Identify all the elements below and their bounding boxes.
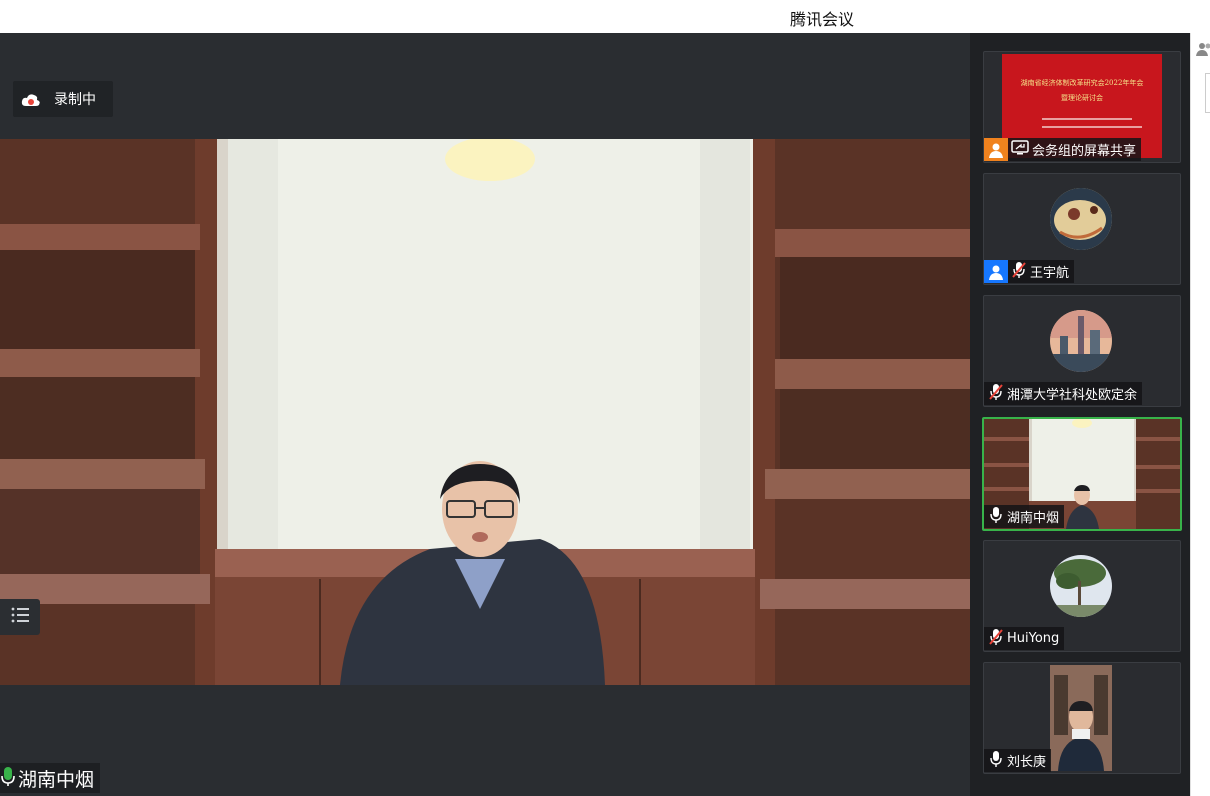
user-avatar-icon <box>984 138 1008 161</box>
microphone-muted-icon <box>1011 261 1027 283</box>
participant-name: 湖南中烟 <box>1007 511 1060 526</box>
user-avatar-icon <box>984 260 1008 283</box>
microphone-muted-icon <box>988 383 1004 405</box>
menu-list-button[interactable] <box>0 599 40 635</box>
participant-label: 湖南中烟 <box>984 505 1065 528</box>
title-bar: 腾讯会议 <box>0 0 1210 33</box>
participant-tile[interactable]: 湘潭大学社科处欧定余 <box>983 295 1181 407</box>
participant-name: 王宇航 <box>1030 266 1070 281</box>
recording-label: 录制中 <box>54 92 96 108</box>
active-speaker-label: 湖南中烟 <box>0 763 101 793</box>
participant-video <box>1050 665 1112 771</box>
banner-line-2: 暨理论研讨会 <box>1061 94 1103 102</box>
screen-share-icon <box>1011 140 1029 159</box>
participant-name: 会务组的屏幕共享 <box>1032 144 1137 159</box>
microphone-icon <box>988 506 1004 528</box>
participant-tile-active[interactable]: 湖南中烟 <box>982 417 1182 531</box>
participant-label: 湘潭大学社科处欧定余 <box>984 382 1143 405</box>
side-panel-edge <box>1190 33 1210 796</box>
participant-tile-screen-share[interactable]: 湖南省经济体制改革研究会2022年年会 暨理论研讨会 会务组的屏幕共享 <box>983 51 1181 163</box>
participant-strip: 湖南省经济体制改革研究会2022年年会 暨理论研讨会 会务组的屏幕共享 王宇航 … <box>970 33 1190 796</box>
participant-name: 湘潭大学社科处欧定余 <box>1007 388 1138 403</box>
participant-name: HuiYong <box>1007 631 1060 646</box>
avatar <box>1050 310 1112 372</box>
main-video[interactable] <box>0 139 970 685</box>
avatar <box>1050 555 1112 617</box>
avatar <box>1050 188 1112 250</box>
microphone-active-icon <box>0 765 16 791</box>
participant-label: 刘长庚 <box>984 749 1052 772</box>
list-icon <box>10 606 30 628</box>
window-title: 腾讯会议 <box>790 10 855 29</box>
participant-tile[interactable]: 刘长庚 <box>983 662 1181 774</box>
participant-tile[interactable]: HuiYong <box>983 540 1181 652</box>
members-icon[interactable] <box>1196 41 1210 61</box>
participant-name: 刘长庚 <box>1007 755 1047 770</box>
active-speaker-name: 湖南中烟 <box>18 768 95 791</box>
microphone-muted-icon <box>988 628 1004 650</box>
recording-indicator[interactable]: 录制中 <box>13 81 113 117</box>
participant-label: 会务组的屏幕共享 <box>984 138 1142 161</box>
microphone-icon <box>988 750 1004 772</box>
participant-label: 王宇航 <box>984 260 1075 283</box>
banner-line-1: 湖南省经济体制改革研究会2022年年会 <box>1020 79 1144 87</box>
participant-label: HuiYong <box>984 627 1065 650</box>
cloud-record-icon <box>21 92 41 106</box>
main-stage: 录制中 湖南中烟 <box>0 33 970 796</box>
participant-tile[interactable]: 王宇航 <box>983 173 1181 285</box>
